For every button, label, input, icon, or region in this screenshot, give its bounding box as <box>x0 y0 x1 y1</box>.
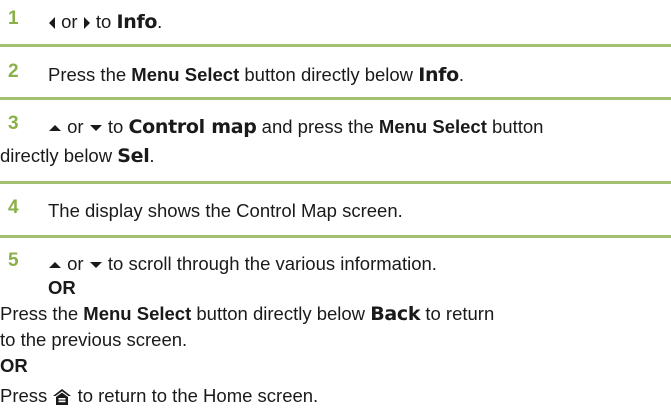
menu-select-label: Menu Select <box>378 116 487 137</box>
or-separator: OR <box>0 355 28 376</box>
step-text-line: Press to return to the Home screen. <box>0 385 319 406</box>
left-arrow-icon <box>49 17 55 30</box>
divider <box>0 97 671 100</box>
step-number: 1 <box>8 8 19 29</box>
step-text: Press the Menu Select button directly be… <box>48 64 465 86</box>
step-text-line: to the previous screen. <box>0 329 188 350</box>
step-1: 1 or to Info. <box>0 4 671 36</box>
step-number: 5 <box>8 250 19 271</box>
procedure-steps: 1 or to Info. 2 Press the Menu Select bu… <box>0 0 671 420</box>
step-number: 4 <box>8 197 19 218</box>
step-text-line: Press the Menu Select button directly be… <box>0 303 495 325</box>
display-label-back: Back <box>370 303 421 325</box>
step-2: 2 Press the Menu Select button directly … <box>0 58 671 90</box>
up-arrow-icon <box>49 262 61 269</box>
up-arrow-icon <box>49 125 61 132</box>
step-text: The display shows the Control Map screen… <box>48 200 403 221</box>
right-arrow-icon <box>83 17 90 30</box>
display-label-info: Info <box>116 11 158 33</box>
down-arrow-icon <box>89 262 102 269</box>
menu-select-label: Menu Select <box>83 303 192 324</box>
display-label-info: Info <box>418 64 459 86</box>
display-label-control-map: Control map <box>128 116 257 138</box>
divider <box>0 44 671 47</box>
step-3: 3 or to Control map and press the Menu S… <box>0 110 671 172</box>
step-5: 5 or to scroll through the various infor… <box>0 248 671 418</box>
divider <box>0 235 671 238</box>
home-icon <box>53 389 72 406</box>
step-number: 3 <box>8 113 19 134</box>
step-text: or to Control map and press the Menu Sel… <box>48 113 671 141</box>
or-separator: OR <box>48 277 76 298</box>
divider <box>0 181 671 184</box>
display-label-sel: Sel <box>117 145 150 167</box>
step-text: or to Info. <box>48 8 671 36</box>
menu-select-label: Menu Select <box>131 64 240 85</box>
step-text-line2: directly below Sel. <box>0 145 155 167</box>
step-4: 4 The display shows the Control Map scre… <box>0 194 671 226</box>
down-arrow-icon <box>89 125 102 132</box>
step-number: 2 <box>8 61 19 82</box>
